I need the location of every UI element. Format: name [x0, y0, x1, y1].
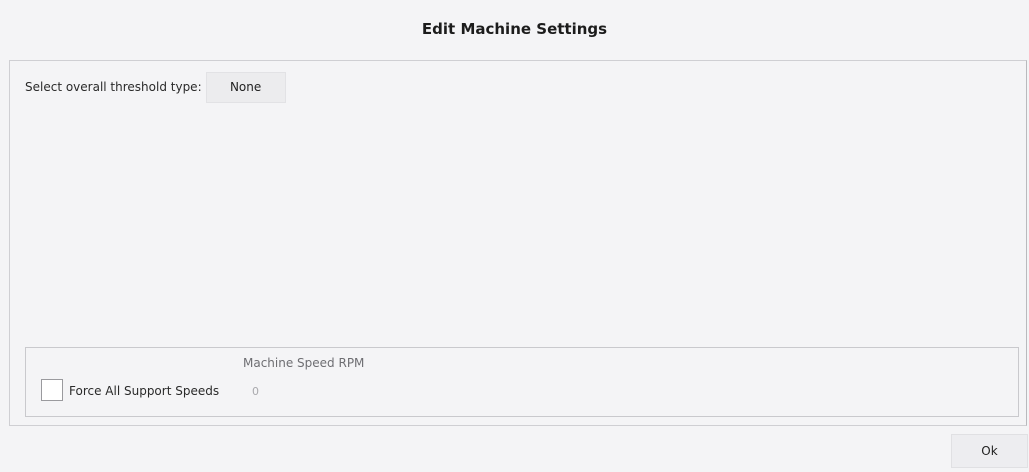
force-all-support-speeds-label[interactable]: Force All Support Speeds — [69, 384, 219, 398]
dialog-title: Edit Machine Settings — [421, 20, 608, 38]
dialog-content-panel: Select overall threshold type: None Mach… — [9, 60, 1027, 426]
machine-speed-rpm-value: 0 — [252, 385, 259, 398]
threshold-type-label: Select overall threshold type: — [25, 80, 202, 94]
support-speeds-group: Machine Speed RPM Force All Support Spee… — [25, 347, 1019, 417]
threshold-type-select[interactable]: None — [205, 71, 286, 103]
machine-speed-rpm-header: Machine Speed RPM — [243, 356, 365, 370]
edit-machine-settings-dialog: Edit Machine Settings Select overall thr… — [0, 0, 1029, 472]
force-all-support-speeds-checkbox[interactable] — [41, 379, 63, 401]
threshold-row: Select overall threshold type: None — [25, 71, 286, 103]
ok-button[interactable]: Ok — [951, 434, 1028, 468]
